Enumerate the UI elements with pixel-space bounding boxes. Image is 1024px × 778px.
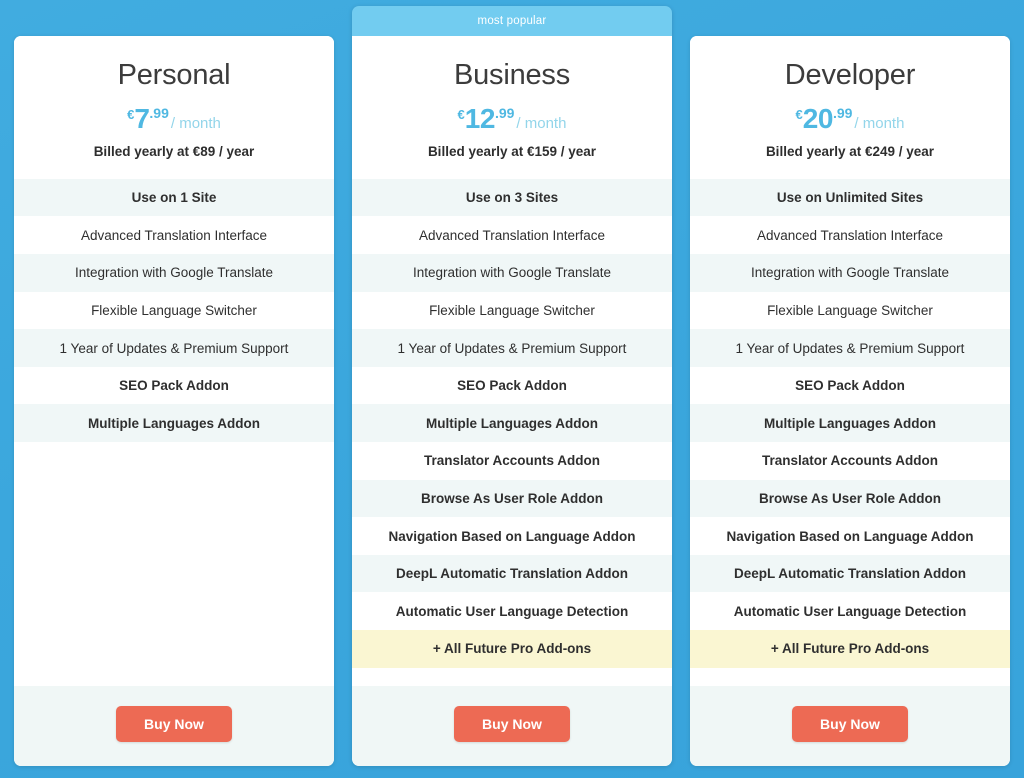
feature-row: Automatic User Language Detection xyxy=(690,592,1010,631)
card-footer: Buy Now xyxy=(352,686,672,766)
price-amount: 12 xyxy=(464,102,496,134)
feature-list: Use on 3 Sites Advanced Translation Inter… xyxy=(352,178,672,686)
most-popular-badge: most popular xyxy=(477,15,547,27)
feature-row: 1 Year of Updates & Premium Support xyxy=(14,329,334,367)
feature-row: + All Future Pro Add-ons xyxy=(690,630,1010,668)
price-cents: .99 xyxy=(494,104,515,121)
card-header: Developer €20.99/ month Billed yearly at… xyxy=(690,36,1010,179)
feature-row: Use on Unlimited Sites xyxy=(690,178,1010,217)
plan-price: €12.99/ month xyxy=(366,102,658,134)
pricing-card-business: Business €12.99/ month Billed yearly at … xyxy=(352,36,672,766)
feature-row: + All Future Pro Add-ons xyxy=(352,630,672,668)
pricing-card-developer: Developer €20.99/ month Billed yearly at… xyxy=(690,36,1010,766)
feature-row: Browse As User Role Addon xyxy=(690,479,1010,518)
price-period: / month xyxy=(516,114,567,132)
feature-row: Translator Accounts Addon xyxy=(352,442,672,480)
card-footer: Buy Now xyxy=(14,686,334,766)
feature-row: Use on 3 Sites xyxy=(352,178,672,217)
billed-note: Billed yearly at €249 / year xyxy=(765,143,935,159)
plan-name: Personal xyxy=(117,59,231,91)
feature-row: Flexible Language Switcher xyxy=(14,291,334,330)
feature-row: 1 Year of Updates & Premium Support xyxy=(352,329,672,367)
feature-list-spacer xyxy=(352,667,672,686)
plan-price: €7.99/ month xyxy=(28,102,320,134)
buy-now-button[interactable]: Buy Now xyxy=(454,706,570,742)
feature-row: SEO Pack Addon xyxy=(14,366,334,405)
feature-row: SEO Pack Addon xyxy=(352,366,672,405)
feature-row: Translator Accounts Addon xyxy=(690,442,1010,480)
feature-list-spacer xyxy=(690,667,1010,686)
feature-row: Integration with Google Translate xyxy=(352,254,672,292)
plan-name: Developer xyxy=(784,59,916,91)
feature-row: Navigation Based on Language Addon xyxy=(352,517,672,555)
buy-now-button[interactable]: Buy Now xyxy=(116,706,232,742)
feature-row: Integration with Google Translate xyxy=(14,254,334,292)
feature-row: Multiple Languages Addon xyxy=(352,404,672,443)
feature-row: DeepL Automatic Translation Addon xyxy=(352,554,672,593)
card-footer: Buy Now xyxy=(690,686,1010,766)
card-header: Personal €7.99/ month Billed yearly at €… xyxy=(14,36,334,179)
feature-row: Flexible Language Switcher xyxy=(352,291,672,330)
feature-row: Multiple Languages Addon xyxy=(690,404,1010,443)
price-amount: 7 xyxy=(134,102,150,134)
feature-row: Multiple Languages Addon xyxy=(14,404,334,443)
plan-name: Business xyxy=(453,59,571,91)
feature-row: Advanced Translation Interface xyxy=(352,216,672,255)
feature-row: Automatic User Language Detection xyxy=(352,592,672,631)
feature-list: Use on 1 Site Advanced Translation Interf… xyxy=(14,178,334,686)
feature-row: Advanced Translation Interface xyxy=(14,216,334,255)
currency-symbol: € xyxy=(795,106,803,122)
pricing-table: Personal €7.99/ month Billed yearly at €… xyxy=(0,0,1024,778)
billed-note: Billed yearly at €159 / year xyxy=(427,143,597,159)
feature-row: Advanced Translation Interface xyxy=(690,216,1010,255)
feature-row: 1 Year of Updates & Premium Support xyxy=(690,329,1010,367)
currency-symbol: € xyxy=(457,106,465,122)
pricing-card-business-wrapper: most popular Business €12.99/ month Bill… xyxy=(352,6,672,766)
feature-list: Use on Unlimited Sites Advanced Translati… xyxy=(690,178,1010,686)
price-period: / month xyxy=(854,114,905,132)
feature-row: Integration with Google Translate xyxy=(690,254,1010,292)
plan-price: €20.99/ month xyxy=(704,102,996,134)
price-cents: .99 xyxy=(832,104,853,121)
pricing-card-personal: Personal €7.99/ month Billed yearly at €… xyxy=(14,36,334,766)
billed-note: Billed yearly at €89 / year xyxy=(93,143,255,159)
feature-list-spacer xyxy=(14,442,334,686)
feature-row: Flexible Language Switcher xyxy=(690,291,1010,330)
price-amount: 20 xyxy=(802,102,834,134)
feature-row: DeepL Automatic Translation Addon xyxy=(690,554,1010,593)
feature-row: SEO Pack Addon xyxy=(690,366,1010,405)
price-cents: .99 xyxy=(149,104,169,121)
buy-now-button[interactable]: Buy Now xyxy=(792,706,908,742)
card-header: Business €12.99/ month Billed yearly at … xyxy=(352,36,672,179)
feature-row: Browse As User Role Addon xyxy=(352,479,672,518)
feature-row: Navigation Based on Language Addon xyxy=(690,517,1010,555)
price-period: / month xyxy=(170,114,221,132)
feature-row: Use on 1 Site xyxy=(14,178,334,217)
